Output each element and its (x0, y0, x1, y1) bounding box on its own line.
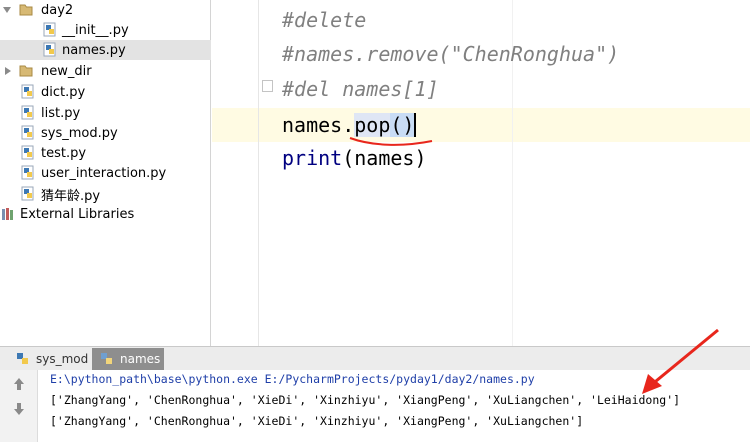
console-output-line-1: ['ZhangYang', 'ChenRonghua', 'XieDi', 'X… (50, 393, 681, 407)
code-line-1: #delete (282, 8, 367, 32)
tree-item-label: __init__.py (62, 22, 129, 38)
code-receiver: names. (282, 113, 355, 137)
tree-item-label: External Libraries (20, 206, 135, 222)
tree-item-new-dir[interactable]: new_dir (0, 61, 211, 81)
python-file-icon (43, 42, 56, 57)
tree-item-external-libraries[interactable]: External Libraries (0, 204, 211, 224)
python-file-icon (21, 145, 34, 160)
project-tree: day2 __init__.py names.py new_dir dict.p… (0, 0, 211, 346)
code-line-2: #names.remove("ChenRonghua") (282, 42, 620, 66)
gutter-separator (258, 0, 259, 346)
tree-item-init-py[interactable]: __init__.py (0, 20, 211, 40)
folder-icon (19, 4, 33, 16)
python-run-icon (101, 353, 112, 364)
python-file-icon (21, 125, 34, 140)
tree-item-user-interaction-py[interactable]: user_interaction.py (0, 163, 211, 183)
console-command-line: E:\python_path\base\python.exe E:/Pychar… (50, 372, 535, 386)
collapse-arrow-icon[interactable] (5, 67, 11, 75)
tree-item-label: 猜年龄.py (41, 188, 101, 204)
tree-item-label: day2 (41, 2, 74, 18)
code-line-3: #del names[1] (282, 77, 439, 101)
tree-item-names-py[interactable]: names.py (0, 40, 211, 60)
python-run-icon (17, 353, 28, 364)
python-file-icon (21, 165, 34, 180)
code-args: (names) (342, 146, 427, 170)
run-tab-sys-mod[interactable]: sys_mod (8, 348, 88, 370)
tree-item-label: new_dir (41, 63, 92, 79)
run-tab-names[interactable]: names (92, 348, 164, 370)
tree-item-dict-py[interactable]: dict.py (0, 82, 211, 102)
code-editor[interactable]: #delete #names.remove("ChenRonghua") #de… (212, 0, 750, 346)
folder-icon (19, 65, 33, 77)
code-func-print: print (282, 146, 343, 170)
tree-item-sys-mod-py[interactable]: sys_mod.py (0, 123, 211, 143)
python-file-icon (21, 186, 34, 201)
tree-item-label: names.py (62, 42, 126, 58)
python-file-icon (21, 84, 34, 99)
red-arrow-annotation (642, 328, 719, 394)
code-line-5: print(names) (282, 146, 427, 170)
tree-item-label: user_interaction.py (41, 165, 167, 181)
expand-arrow-icon[interactable] (3, 7, 11, 13)
console-output-line-2: ['ZhangYang', 'ChenRonghua', 'XieDi', 'X… (50, 414, 584, 428)
scroll-down-icon[interactable] (11, 401, 27, 417)
tree-item-label: dict.py (41, 84, 86, 100)
run-tab-label: sys_mod (36, 352, 89, 366)
tree-item-list-py[interactable]: list.py (0, 103, 211, 123)
python-file-icon (21, 105, 34, 120)
python-file-icon (43, 22, 56, 37)
run-tab-label: names (120, 352, 161, 366)
tree-item-label: list.py (41, 105, 81, 121)
scroll-up-icon[interactable] (11, 376, 27, 392)
tree-item-label: sys_mod.py (41, 125, 118, 141)
libraries-icon (2, 208, 13, 220)
tree-item-label: test.py (41, 145, 87, 161)
fold-marker-icon[interactable] (262, 80, 273, 92)
tree-item-day2[interactable]: day2 (0, 0, 211, 20)
tree-item-guess-age-py[interactable]: 猜年龄.py (0, 184, 211, 204)
tree-item-test-py[interactable]: test.py (0, 143, 211, 163)
console-toolbar (0, 370, 38, 442)
